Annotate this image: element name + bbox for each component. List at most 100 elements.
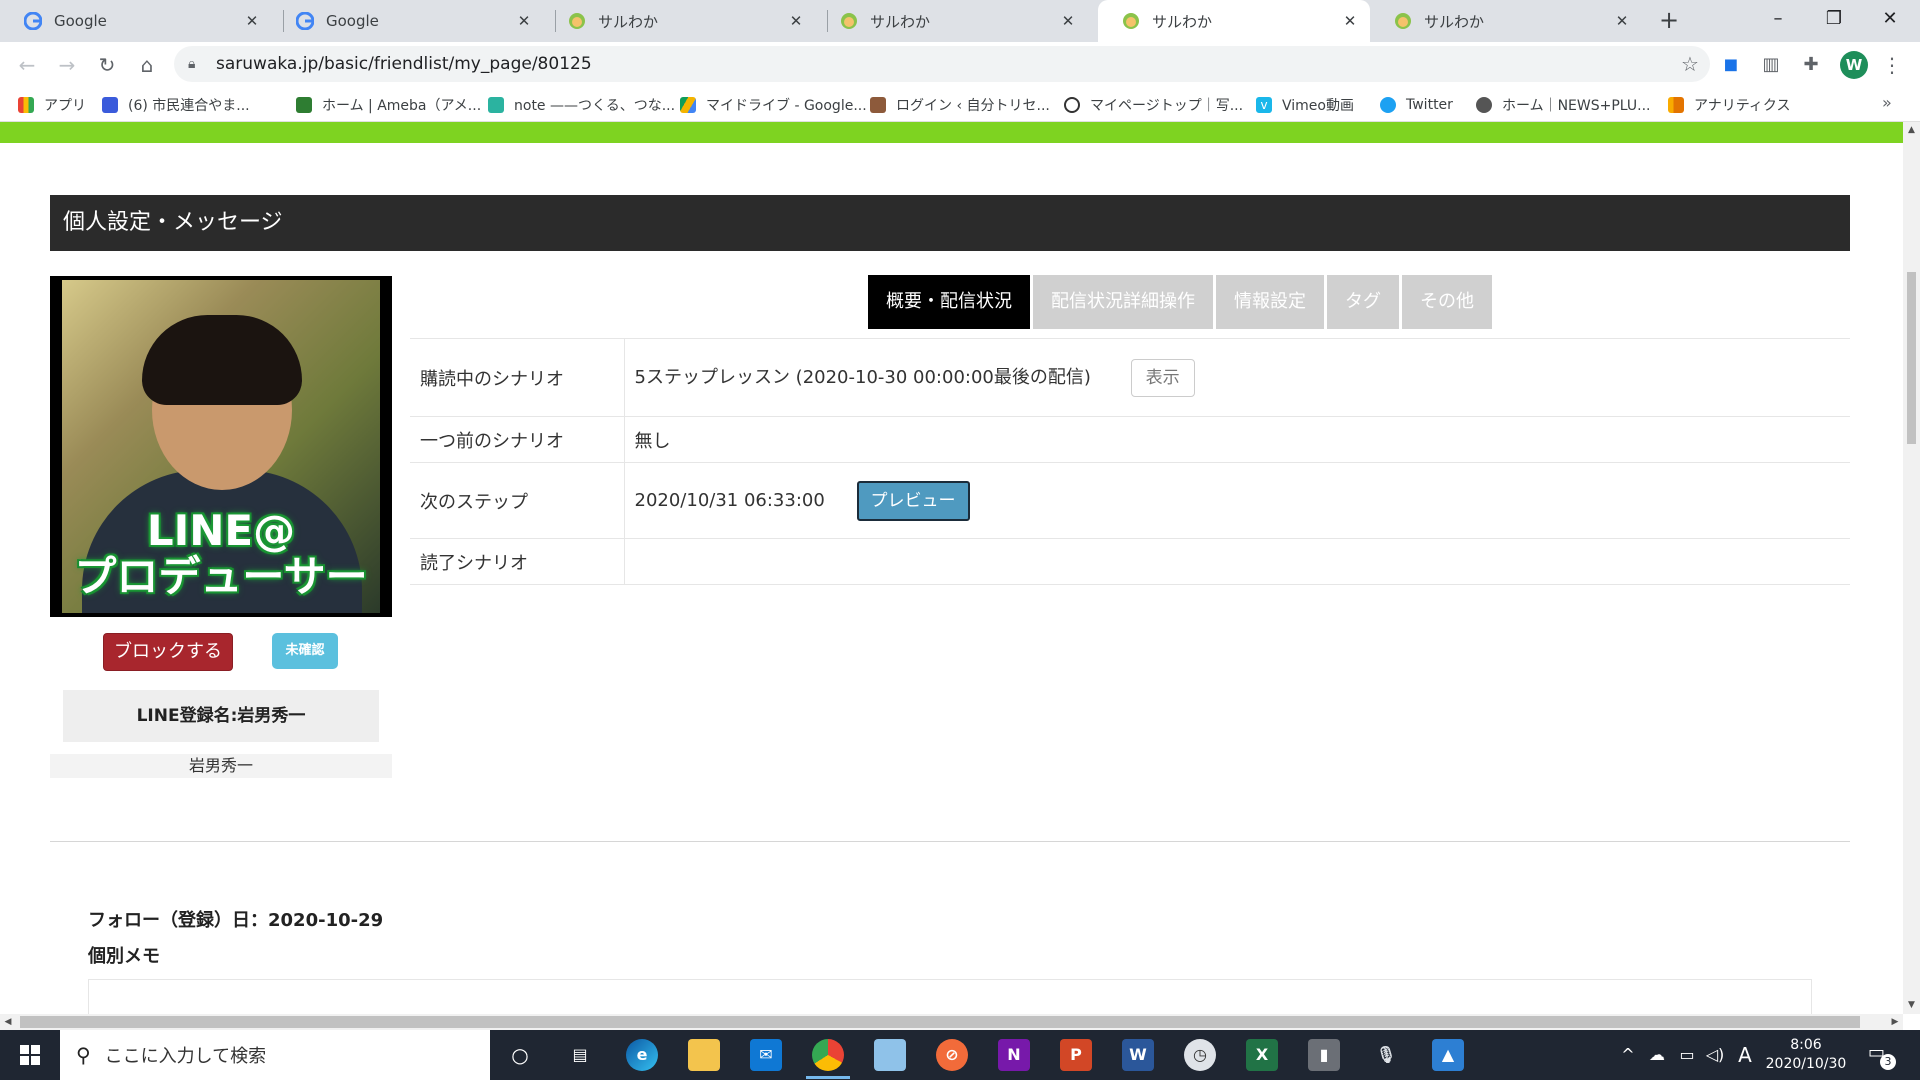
url-text[interactable]: saruwaka.jp/basic/friendlist/my_page/801… bbox=[216, 54, 1670, 74]
show-hidden-icons-chevron-icon[interactable]: ^ bbox=[1616, 1030, 1640, 1080]
excel-icon[interactable]: X bbox=[1246, 1039, 1278, 1071]
notepad-icon[interactable] bbox=[874, 1039, 906, 1071]
volume-icon[interactable]: ◁) bbox=[1702, 1030, 1728, 1080]
address-bar[interactable]: 🔒︎ saruwaka.jp/basic/friendlist/my_page/… bbox=[174, 46, 1710, 82]
home-icon[interactable]: ⌂ bbox=[132, 50, 162, 80]
bookmark-5[interactable]: ログイン ‹ 自分トリセ... bbox=[870, 93, 1050, 117]
close-icon[interactable]: ✕ bbox=[786, 12, 806, 30]
minimize-icon[interactable]: – bbox=[1750, 0, 1806, 38]
memo-textarea[interactable] bbox=[88, 979, 1812, 1014]
file-explorer-icon[interactable] bbox=[688, 1039, 720, 1071]
extensions-puzzle-icon[interactable]: ✚ bbox=[1798, 52, 1824, 78]
bookmark-star-icon[interactable]: ☆ bbox=[1670, 52, 1710, 76]
start-button[interactable] bbox=[0, 1030, 60, 1080]
tab-tags[interactable]: タグ bbox=[1327, 275, 1399, 329]
scroll-left-arrow-icon[interactable]: ◀ bbox=[0, 1014, 16, 1030]
chat-icon bbox=[102, 97, 118, 113]
bookmark-label: note ——つくる、つな... bbox=[514, 98, 676, 114]
tab-title: サルわか bbox=[1152, 12, 1213, 31]
reload-icon[interactable]: ↻ bbox=[92, 50, 122, 80]
windows-logo-icon bbox=[20, 1045, 40, 1065]
bookmark-twitter[interactable]: Twitter bbox=[1380, 93, 1453, 117]
app-orange-icon[interactable]: ⊘ bbox=[936, 1039, 968, 1071]
scroll-right-arrow-icon[interactable]: ▶ bbox=[1887, 1014, 1903, 1030]
chrome-icon[interactable] bbox=[812, 1039, 844, 1071]
new-tab-button[interactable]: + bbox=[1654, 6, 1684, 36]
apps-grid-icon bbox=[18, 97, 34, 113]
browser-tab-saruwaka-4[interactable]: サルわか ✕ bbox=[1370, 0, 1642, 42]
google-drive-icon bbox=[680, 97, 696, 113]
close-icon[interactable]: ✕ bbox=[514, 12, 534, 30]
onedrive-cloud-icon[interactable]: ☁ bbox=[1644, 1030, 1670, 1080]
photos-icon[interactable]: ▲ bbox=[1432, 1039, 1464, 1071]
bookmark-9[interactable]: ホーム｜NEWS+PLU... bbox=[1476, 93, 1651, 117]
close-icon[interactable]: ✕ bbox=[242, 12, 262, 30]
forward-arrow-icon[interactable]: → bbox=[52, 50, 82, 80]
task-view-icon[interactable]: ▤ bbox=[564, 1039, 596, 1071]
clock-time: 8:06 bbox=[1790, 1037, 1822, 1053]
row-value-next-step: 2020/10/31 06:33:00 プレビュー bbox=[624, 462, 1850, 539]
bookmark-vimeo[interactable]: v Vimeo動画 bbox=[1256, 93, 1354, 117]
show-button[interactable]: 表示 bbox=[1130, 358, 1195, 397]
scroll-down-arrow-icon[interactable]: ▼ bbox=[1903, 997, 1920, 1014]
bookmark-3[interactable]: note ——つくる、つな... bbox=[488, 93, 675, 117]
window-close-icon[interactable]: ✕ bbox=[1862, 0, 1918, 38]
unconfirmed-badge[interactable]: 未確認 bbox=[272, 633, 338, 669]
block-button[interactable]: ブロックする bbox=[103, 633, 233, 671]
close-icon[interactable]: ✕ bbox=[1340, 12, 1360, 30]
bookmark-6[interactable]: マイページトップ｜写... bbox=[1064, 93, 1243, 117]
page-viewport: 個人設定・メッセージ LINE@ プロデューサー ブロックする 未確認 LINE… bbox=[0, 122, 1903, 1014]
bookmark-2[interactable]: ホーム | Ameba（アメ... bbox=[296, 93, 481, 117]
browser-tab-saruwaka-2[interactable]: サルわか ✕ bbox=[816, 0, 1088, 42]
browser-tab-google-1[interactable]: Google ✕ bbox=[0, 0, 272, 42]
profile-photo: LINE@ プロデューサー bbox=[50, 276, 392, 617]
powerpoint-icon[interactable]: P bbox=[1060, 1039, 1092, 1071]
close-icon[interactable]: ✕ bbox=[1058, 12, 1078, 30]
microphone-icon[interactable]: 🎙︎ bbox=[1370, 1039, 1402, 1071]
bookmark-1[interactable]: (6) 市民連合やま... bbox=[102, 93, 250, 117]
bookmark-4[interactable]: マイドライブ - Google... bbox=[680, 93, 867, 117]
browser-tab-saruwaka-active[interactable]: サルわか ✕ bbox=[1098, 0, 1370, 42]
onenote-icon[interactable]: N bbox=[998, 1039, 1030, 1071]
bookmark-label: Twitter bbox=[1406, 97, 1453, 113]
chrome-active-indicator bbox=[806, 1076, 850, 1079]
browser-tab-saruwaka-1[interactable]: サルわか ✕ bbox=[544, 0, 816, 42]
extension-bookmark-icon[interactable]: ◼ bbox=[1718, 52, 1744, 78]
preview-button[interactable]: プレビュー bbox=[856, 480, 970, 521]
battery-icon[interactable]: ▭ bbox=[1674, 1030, 1700, 1080]
tab-overview[interactable]: 概要・配信状況 bbox=[868, 275, 1030, 329]
vertical-scrollbar[interactable]: ▲ ▼ bbox=[1903, 122, 1920, 1014]
taskbar-search-box[interactable]: ⚲ ここに入力して検索 bbox=[60, 1030, 490, 1080]
word-icon[interactable]: W bbox=[1122, 1039, 1154, 1071]
horizontal-scrollbar[interactable]: ◀ ▶ bbox=[0, 1014, 1903, 1030]
ime-indicator[interactable]: A bbox=[1734, 1030, 1756, 1080]
tab-other[interactable]: その他 bbox=[1402, 275, 1492, 329]
browser-menu-icon[interactable]: ⋮ bbox=[1882, 50, 1902, 80]
bookmark-analytics[interactable]: アナリティクス bbox=[1668, 93, 1790, 117]
restore-icon[interactable]: ❐ bbox=[1806, 0, 1862, 38]
voice-recorder-icon[interactable]: ▮ bbox=[1308, 1039, 1340, 1071]
mail-icon[interactable]: ✉ bbox=[750, 1039, 782, 1071]
edge-browser-icon[interactable]: e bbox=[626, 1039, 658, 1071]
tab-info-settings[interactable]: 情報設定 bbox=[1216, 275, 1324, 329]
lock-icon[interactable]: 🔒︎ bbox=[188, 56, 204, 72]
clock-app-icon[interactable]: ◷ bbox=[1184, 1039, 1216, 1071]
system-clock[interactable]: 8:06 2020/10/30 bbox=[1758, 1036, 1854, 1074]
ameba-icon bbox=[296, 97, 312, 113]
vertical-scroll-thumb[interactable] bbox=[1907, 272, 1916, 444]
scroll-up-arrow-icon[interactable]: ▲ bbox=[1903, 122, 1920, 139]
profile-avatar[interactable]: W bbox=[1840, 51, 1868, 79]
bookmark-label: (6) 市民連合やま... bbox=[128, 98, 250, 114]
close-icon[interactable]: ✕ bbox=[1612, 12, 1632, 30]
browser-tab-google-2[interactable]: Google ✕ bbox=[272, 0, 544, 42]
google-icon bbox=[24, 12, 42, 30]
chevron-right-icon[interactable]: » bbox=[1882, 93, 1892, 112]
back-arrow-icon[interactable]: ← bbox=[12, 50, 42, 80]
horizontal-scroll-thumb[interactable] bbox=[20, 1016, 1860, 1028]
tab-title: Google bbox=[326, 12, 379, 30]
cortana-circle-icon[interactable]: ○ bbox=[504, 1039, 536, 1071]
tab-delivery-detail[interactable]: 配信状況詳細操作 bbox=[1033, 275, 1213, 329]
extension-reader-icon[interactable]: ▥ bbox=[1758, 52, 1784, 78]
bookmark-apps[interactable]: アプリ bbox=[18, 93, 86, 117]
table-row: 購読中のシナリオ 5ステップレッスン (2020-10-30 00:00:00最… bbox=[410, 338, 1850, 417]
